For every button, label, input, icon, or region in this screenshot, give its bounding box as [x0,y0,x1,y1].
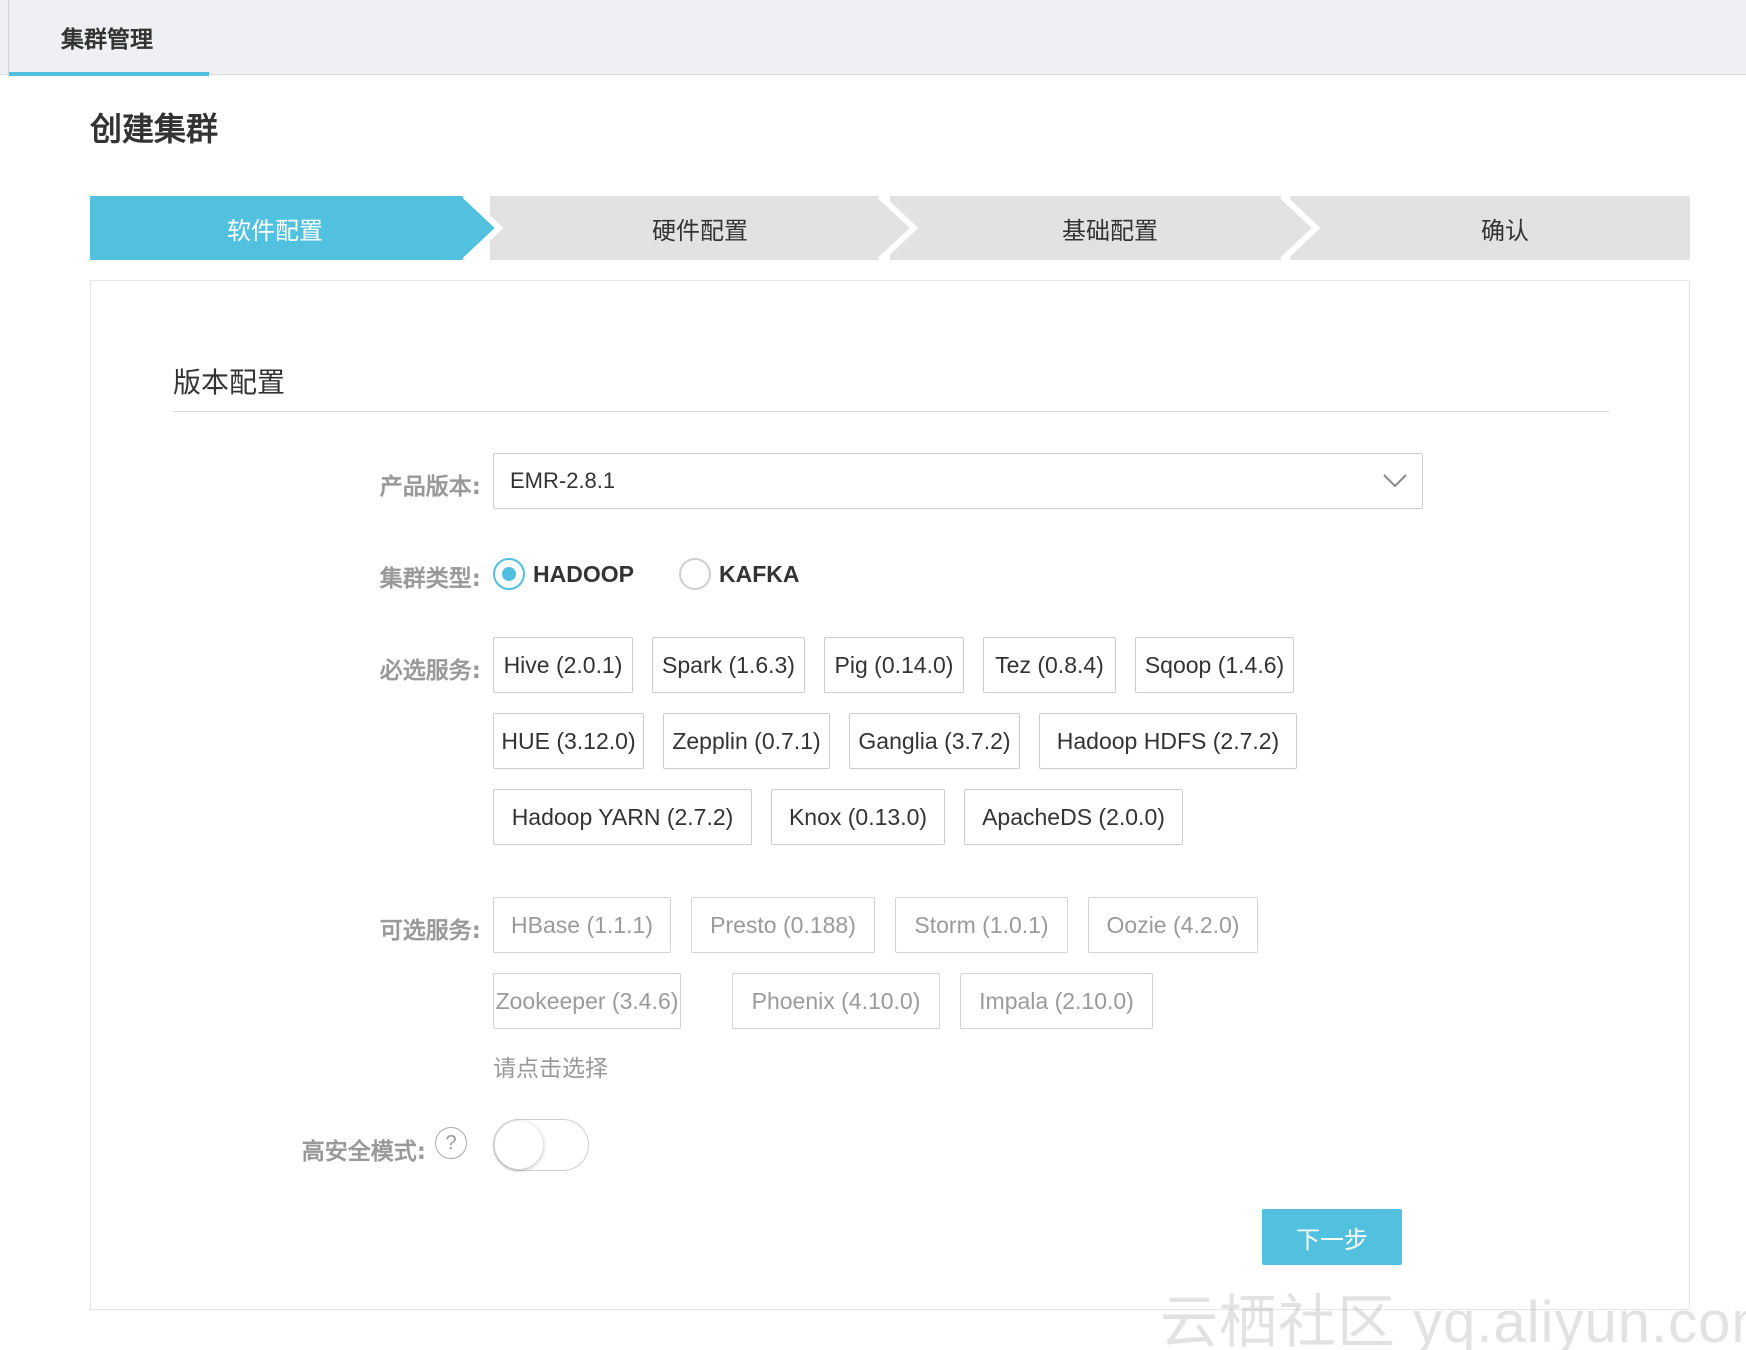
toggle-knob [495,1121,543,1169]
required-service-chip: Sqoop (1.4.6) [1135,637,1294,693]
optional-service-chip[interactable]: Phoenix (4.10.0) [732,973,940,1029]
watermark: 云栖社区 yq.aliyun.com [1160,1290,1746,1350]
required-services-label: 必选服务: [379,658,481,684]
step-software-config[interactable]: 软件配置 [90,196,460,260]
step-basic-config[interactable]: 基础配置 [910,196,1310,260]
required-service-chip: Tez (0.8.4) [983,637,1116,693]
radio-unchecked-icon [679,558,711,590]
chevron-down-icon [1383,474,1407,488]
high-security-toggle[interactable] [493,1119,589,1171]
product-version-select[interactable]: EMR-2.8.1 [493,453,1423,509]
next-step-button[interactable]: 下一步 [1262,1209,1402,1265]
required-service-chip: Hadoop HDFS (2.7.2) [1039,713,1297,769]
required-service-chip: Hadoop YARN (2.7.2) [493,789,752,845]
optional-service-chip[interactable]: Impala (2.10.0) [960,973,1153,1029]
required-service-chip: Knox (0.13.0) [771,789,945,845]
optional-service-chip[interactable]: Presto (0.188) [691,897,875,953]
required-service-chip: HUE (3.12.0) [493,713,644,769]
optional-service-chip[interactable]: Oozie (4.2.0) [1088,897,1258,953]
required-service-chip: Ganglia (3.7.2) [849,713,1020,769]
step-confirm-label: 确认 [1481,216,1529,245]
config-panel: 版本配置 产品版本: EMR-2.8.1 集群类型: HADOOP KAFKA … [90,280,1690,1310]
section-divider [173,411,1609,412]
tab-cluster-management[interactable]: 集群管理 [8,0,209,76]
section-title: 版本配置 [173,366,286,399]
radio-checked-icon [493,558,525,590]
optional-services-hint: 请点击选择 [493,1056,608,1082]
tab-cluster-management-label: 集群管理 [61,27,153,53]
step-confirm[interactable]: 确认 [1320,196,1690,260]
required-service-chip: Pig (0.14.0) [824,637,964,693]
step-basic-config-label: 基础配置 [1062,216,1158,245]
optional-service-chip[interactable]: Zookeeper (3.4.6) [493,973,681,1029]
top-tab-bar: 集群管理 [0,0,1746,76]
cluster-type-kafka-radio[interactable]: KAFKA [679,556,800,592]
required-service-chip: Spark (1.6.3) [652,637,805,693]
step-software-config-label: 软件配置 [227,216,323,245]
cluster-type-label: 集群类型: [379,566,481,592]
optional-service-chip[interactable]: Storm (1.0.1) [895,897,1068,953]
cluster-type-kafka-label: KAFKA [719,560,800,587]
cluster-type-hadoop-label: HADOOP [533,560,634,587]
step-hardware-config-label: 硬件配置 [652,216,748,245]
cluster-type-hadoop-radio[interactable]: HADOOP [493,556,634,592]
wizard-stepper: 软件配置 硬件配置 基础配置 确认 [90,196,1690,260]
product-version-value: EMR-2.8.1 [510,468,616,493]
optional-service-chip[interactable]: HBase (1.1.1) [493,897,671,953]
product-version-label: 产品版本: [379,474,481,500]
required-service-chip: Zepplin (0.7.1) [663,713,830,769]
active-tab-indicator [9,72,209,76]
required-service-chip: Hive (2.0.1) [493,637,633,693]
question-mark-icon[interactable]: ? [435,1127,467,1159]
page-title: 创建集群 [90,110,219,148]
high-security-label: 高安全模式: [301,1139,426,1165]
step-hardware-config[interactable]: 硬件配置 [500,196,900,260]
optional-services-label: 可选服务: [379,918,481,944]
required-service-chip: ApacheDS (2.0.0) [964,789,1183,845]
